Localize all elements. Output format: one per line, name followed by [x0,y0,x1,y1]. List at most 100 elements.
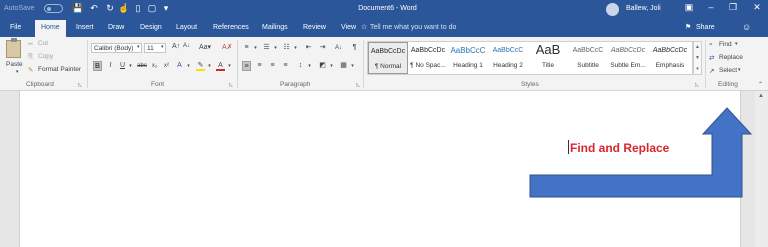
shading-icon[interactable]: ◩ [318,61,327,71]
line-spacing-dropdown-icon[interactable]: ▾ [305,61,314,71]
tab-review[interactable]: Review [303,24,326,31]
line-spacing-icon[interactable]: ↕ [296,61,305,71]
strikethrough-icon[interactable]: abc [136,61,148,71]
font-color-dropdown-icon[interactable]: ▾ [225,61,234,71]
more-styles-icon[interactable]: ▾ [694,64,701,75]
tell-me-search[interactable]: Tell me what you want to do [370,24,456,31]
save-icon[interactable]: 💾 [72,3,84,14]
style-name: Heading 1 [453,62,483,69]
multilevel-dropdown-icon[interactable]: ▾ [291,43,300,53]
share-button[interactable]: Share [696,24,715,31]
decrease-indent-icon[interactable]: ⇤ [304,43,313,53]
style-subtitle[interactable]: AaBbCcC Subtitle [568,42,608,74]
font-name-select[interactable]: Calibri (Body) [91,43,142,53]
minimize-icon[interactable]: – [704,2,718,12]
align-right-icon[interactable]: ≡ [268,61,277,71]
new-document-icon[interactable]: ▯ [132,3,144,14]
align-center-icon[interactable]: ≡ [255,61,264,71]
vertical-scrollbar[interactable]: ▲ [755,91,768,247]
font-name-dropdown-icon[interactable]: ▾ [137,44,140,50]
subscript-icon[interactable]: x₂ [150,61,159,71]
change-case-icon[interactable]: Aa▾ [199,43,211,51]
tab-design[interactable]: Design [140,24,162,31]
format-painter-button[interactable]: Format Painter [38,66,81,73]
tab-home[interactable]: Home [35,20,66,37]
touch-mode-icon[interactable]: ☝ [118,3,130,14]
styles-scroll[interactable]: ▲ ▼ ▾ [693,41,702,75]
clipboard-launcher-icon[interactable]: ◺ [78,82,82,88]
tab-view[interactable]: View [341,24,356,31]
user-name[interactable]: Ballew, Joli [626,5,661,12]
highlight-dropdown-icon[interactable]: ▾ [205,61,214,71]
tab-layout[interactable]: Layout [176,24,197,31]
style-emphasis[interactable]: AaBbCcDc Emphasis [648,42,692,74]
collapse-ribbon-icon[interactable]: ⌃ [758,81,763,88]
scroll-up-icon[interactable]: ▲ [758,93,764,99]
copy-button[interactable]: Copy [38,53,53,60]
tab-references[interactable]: References [213,24,249,31]
tab-mailings[interactable]: Mailings [262,24,288,31]
style-heading-1[interactable]: AaBbCcC Heading 1 [448,42,488,74]
paste-dropdown-icon[interactable]: ▾ [16,69,19,75]
align-left-icon[interactable]: ≡ [242,61,251,71]
paste-icon[interactable] [6,38,21,58]
restore-icon[interactable]: ❐ [726,2,740,13]
autosave-toggle[interactable] [44,4,63,13]
shrink-font-icon[interactable]: A↓ [183,43,190,49]
underline-dropdown-icon[interactable]: ▾ [126,61,135,71]
style-title[interactable]: AaB Title [528,42,568,74]
font-launcher-icon[interactable]: ◺ [229,82,233,88]
style-heading-2[interactable]: AaBbCcC Heading 2 [488,42,528,74]
avatar[interactable] [606,3,619,16]
numbering-dropdown-icon[interactable]: ▾ [271,43,280,53]
close-icon[interactable]: ✕ [750,2,764,13]
grow-font-icon[interactable]: A↑ [172,43,180,50]
open-icon[interactable]: ▢ [146,3,158,14]
bullets-dropdown-icon[interactable]: ▾ [251,43,260,53]
borders-dropdown-icon[interactable]: ▾ [348,61,357,71]
justify-icon[interactable]: ≡ [281,61,290,71]
borders-icon[interactable]: ▦ [339,61,348,71]
bullets-icon[interactable]: ≡ [242,43,251,53]
ribbon-display-options-icon[interactable]: ▣ [682,2,696,13]
bold-icon[interactable]: B [93,61,102,71]
tab-file[interactable]: File [10,24,21,31]
styles-launcher-icon[interactable]: ◺ [695,82,699,88]
font-color-icon[interactable]: A [216,61,225,71]
chevron-up-icon[interactable]: ▲ [694,42,701,53]
select-dropdown-icon[interactable]: ▾ [738,67,741,73]
style-subtle-emphasis[interactable]: AaBbCcDc Subtle Em... [608,42,648,74]
tab-insert[interactable]: Insert [76,24,94,31]
select-button[interactable]: Select [719,67,737,74]
multilevel-list-icon[interactable]: ☷ [282,43,291,53]
numbering-icon[interactable]: ☰ [262,43,271,53]
text-effects-icon[interactable]: A [175,61,184,71]
paste-button[interactable]: Paste [6,61,23,68]
text-effects-dropdown-icon[interactable]: ▾ [184,61,193,71]
customize-qat-icon[interactable]: ▾ [160,3,172,14]
increase-indent-icon[interactable]: ⇥ [318,43,327,53]
paragraph-launcher-icon[interactable]: ◺ [356,82,360,88]
find-button[interactable]: Find [719,41,732,48]
style-no-spacing[interactable]: AaBbCcDc ¶ No Spac... [408,42,448,74]
paragraph-group-label: Paragraph [280,81,311,88]
comments-icon[interactable]: ☺ [742,22,751,32]
find-dropdown-icon[interactable]: ▾ [735,41,738,47]
superscript-icon[interactable]: x² [162,61,171,71]
highlight-icon[interactable]: ✎ [196,61,205,71]
show-formatting-icon[interactable]: ¶ [350,43,359,53]
font-size-dropdown-icon[interactable]: ▾ [161,44,164,50]
shading-dropdown-icon[interactable]: ▾ [327,61,336,71]
redo-icon[interactable]: ↻ [104,3,116,14]
undo-icon[interactable]: ↶ [88,3,100,14]
replace-button[interactable]: Replace [719,54,743,61]
clear-formatting-icon[interactable]: A✗ [222,43,233,51]
italic-icon[interactable]: I [106,61,115,71]
style-sample: AaBbCcDc [610,47,646,54]
style-name: Subtitle [577,62,599,69]
chevron-down-icon[interactable]: ▼ [694,53,701,64]
sort-icon[interactable]: A↓ [334,43,343,53]
style-normal[interactable]: AaBbCcDc ¶ Normal [368,42,408,74]
tab-draw[interactable]: Draw [108,24,124,31]
cut-button[interactable]: Cut [38,40,48,47]
